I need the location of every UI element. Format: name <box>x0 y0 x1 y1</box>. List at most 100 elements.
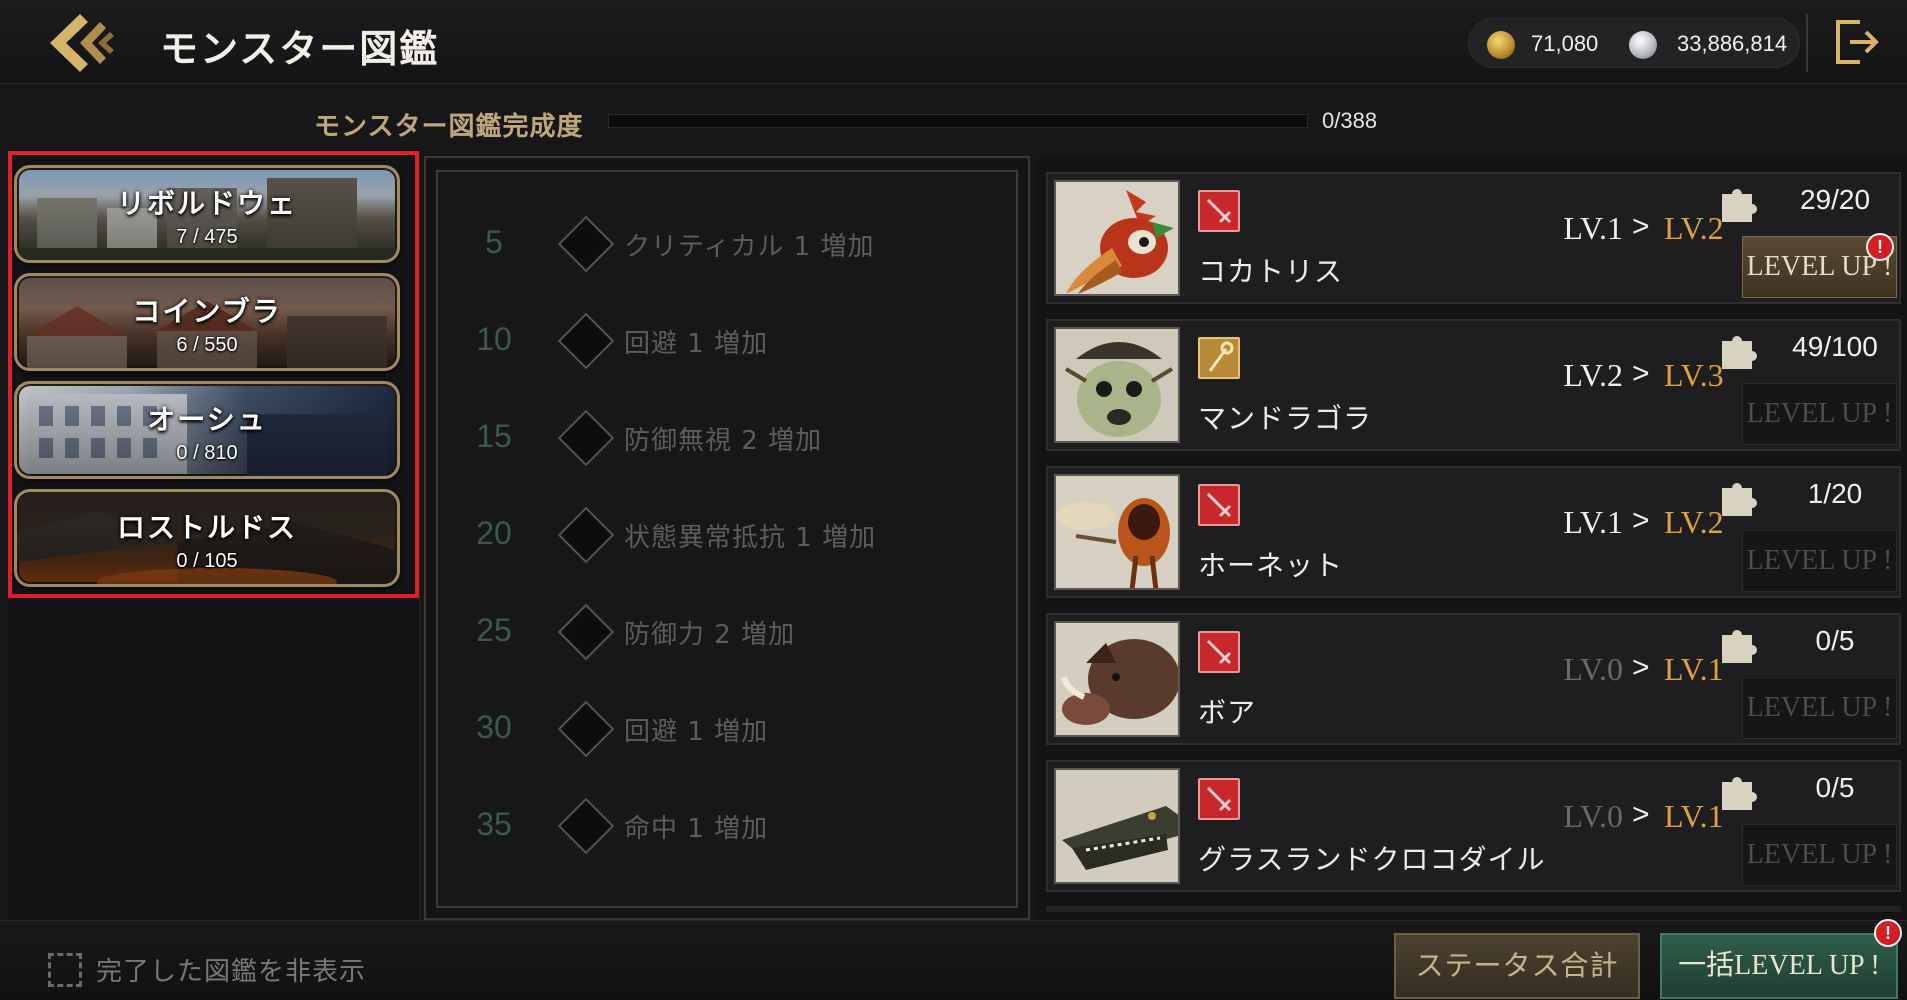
gold-amount: 71,080 <box>1531 31 1599 56</box>
region-count: 7 / 475 <box>176 226 238 248</box>
next-level: LV.1 <box>1664 798 1724 834</box>
monster-row[interactable]: コカトリス LV.1 > LV.2 29/20 LEVEL UP ! ! <box>1046 172 1901 304</box>
level-arrow-icon: > <box>1632 210 1650 243</box>
bonus-row: 10 回避 1 増加 <box>438 311 1016 371</box>
level-up-label: LEVEL UP ! <box>1746 545 1893 576</box>
hornet-portrait-icon <box>1056 476 1178 588</box>
level-arrow-icon: > <box>1632 504 1650 537</box>
region-name: オーシュ <box>147 403 267 436</box>
bonus-level: 20 <box>476 515 512 551</box>
status-total-button[interactable]: ステータス合計 <box>1394 933 1640 999</box>
bonus-text: 防御無視 2 増加 <box>624 426 823 456</box>
crocodile-portrait-icon <box>1056 770 1178 882</box>
region-count: 6 / 550 <box>176 334 238 356</box>
level-up-button[interactable]: LEVEL UP ! ! <box>1742 233 1897 298</box>
sword-type-icon <box>1198 190 1240 232</box>
mandragora-portrait-icon <box>1056 329 1178 441</box>
bonus-row: 25 防御力 2 増加 <box>438 602 1016 662</box>
level-arrow-icon: > <box>1632 798 1650 831</box>
bonus-text: 命中 1 増加 <box>624 814 769 844</box>
boar-portrait-icon <box>1056 623 1178 735</box>
hide-completed-label: 完了した図鑑を非表示 <box>96 957 367 987</box>
bonus-row: 15 防御無視 2 増加 <box>438 408 1016 468</box>
region-card-coimbra[interactable]: コインブラ 6 / 550 <box>14 273 400 371</box>
level-arrow-icon: > <box>1632 357 1650 390</box>
monster-name: ホーネット <box>1198 549 1344 582</box>
bonus-text: 状態異常抵抗 1 増加 <box>624 523 877 553</box>
bottom-bar: 完了した図鑑を非表示 ステータス合計 一括LEVEL UP ! ! <box>0 919 1907 1000</box>
bonus-row: 5 クリティカル 1 増加 <box>438 214 1016 274</box>
current-level: LV.0 <box>1563 651 1623 687</box>
bonus-level: 5 <box>485 224 503 260</box>
bonus-text: 回避 1 増加 <box>624 717 769 747</box>
back-chevron-icon <box>50 14 114 72</box>
region-card-riboldwe[interactable]: リボルドウェ 7 / 475 <box>14 165 400 263</box>
back-button[interactable] <box>40 8 116 78</box>
alert-icon: ! <box>1874 919 1902 947</box>
monster-name: コカトリス <box>1198 255 1344 288</box>
piece-count: 29/20 <box>1799 184 1871 215</box>
piece-count: 0/5 <box>1815 625 1855 656</box>
exit-button[interactable] <box>1830 16 1882 68</box>
piece-count: 0/5 <box>1815 772 1855 803</box>
bonus-row: 20 状態異常抵抗 1 増加 <box>438 505 1016 565</box>
region-name: コインブラ <box>132 295 282 328</box>
monster-list: コカトリス LV.1 > LV.2 29/20 LEVEL UP ! ! マンド… <box>1038 156 1907 920</box>
level-up-button[interactable]: LEVEL UP ! <box>1742 677 1897 739</box>
hide-completed-checkbox[interactable] <box>48 953 82 987</box>
monster-row[interactable]: マンドラゴラ LV.2 > LV.3 49/100 LEVEL UP ! <box>1046 319 1901 451</box>
monster-row[interactable]: ボア LV.0 > LV.1 0/5 LEVEL UP ! <box>1046 613 1901 745</box>
silver-coin-icon <box>1629 31 1657 59</box>
region-card-auch[interactable]: オーシュ 0 / 810 <box>14 381 400 479</box>
collection-bonus-list: 5 クリティカル 1 増加 10 回避 1 増加 15 防御無視 2 増加 20… <box>436 170 1018 908</box>
bonus-diamond-icon <box>557 700 615 758</box>
current-level: LV.1 <box>1563 504 1623 540</box>
region-card-lostrudos[interactable]: ロストルドス 0 / 105 <box>14 489 400 587</box>
monster-portrait <box>1054 474 1180 590</box>
monster-portrait <box>1054 327 1180 443</box>
puzzle-piece-icon <box>1716 180 1762 226</box>
bonus-text: 防御力 2 増加 <box>624 620 796 650</box>
bonus-text: 回避 1 増加 <box>624 329 769 359</box>
puzzle-piece-icon <box>1716 768 1762 814</box>
bonus-level: 30 <box>476 709 512 745</box>
exit-icon <box>1836 20 1879 64</box>
level-up-label: LEVEL UP ! <box>1746 839 1893 870</box>
bonus-row: 30 回避 1 増加 <box>438 699 1016 759</box>
completion-progress-bar <box>608 114 1308 128</box>
silver-amount: 33,886,814 <box>1677 31 1788 56</box>
level-up-label: LEVEL UP ! <box>1746 692 1893 723</box>
puzzle-piece-icon <box>1716 327 1762 373</box>
list-scroll-edge <box>1046 906 1901 912</box>
region-count: 0 / 105 <box>176 550 238 572</box>
bonus-row: 35 命中 1 増加 <box>438 796 1016 856</box>
gold-coin-icon <box>1487 31 1515 59</box>
bonus-level: 25 <box>476 612 512 648</box>
sword-type-icon <box>1198 484 1240 526</box>
piece-count: 1/20 <box>1807 478 1863 509</box>
monster-row[interactable]: ホーネット LV.1 > LV.2 1/20 LEVEL UP ! <box>1046 466 1901 598</box>
level-up-button[interactable]: LEVEL UP ! <box>1742 530 1897 592</box>
bulk-level-up-button[interactable]: 一括LEVEL UP ! ! <box>1660 919 1902 999</box>
next-level: LV.1 <box>1664 651 1724 687</box>
current-level: LV.1 <box>1563 210 1623 246</box>
next-level: LV.2 <box>1664 504 1724 540</box>
bonus-diamond-icon <box>557 312 615 370</box>
monster-name: グラスランドクロコダイル <box>1198 843 1546 876</box>
next-level: LV.3 <box>1664 357 1724 393</box>
bonus-level: 35 <box>476 806 512 842</box>
bonus-level: 10 <box>476 321 512 357</box>
puzzle-piece-icon <box>1716 621 1762 667</box>
alert-icon: ! <box>1866 233 1894 261</box>
bonus-diamond-icon <box>557 797 615 855</box>
level-up-button[interactable]: LEVEL UP ! <box>1742 824 1897 886</box>
cockatrice-portrait-icon <box>1056 182 1178 294</box>
completion-value: 0/388 <box>1322 108 1378 133</box>
level-up-button[interactable]: LEVEL UP ! <box>1742 383 1897 445</box>
monster-name: マンドラゴラ <box>1198 402 1373 435</box>
region-name: リボルドウェ <box>116 187 297 220</box>
monster-portrait <box>1054 621 1180 737</box>
collection-bonus-panel: 5 クリティカル 1 増加 10 回避 1 増加 15 防御無視 2 増加 20… <box>424 156 1030 920</box>
monster-row[interactable]: グラスランドクロコダイル LV.0 > LV.1 0/5 LEVEL UP ! <box>1046 760 1901 892</box>
current-level: LV.2 <box>1563 357 1623 393</box>
